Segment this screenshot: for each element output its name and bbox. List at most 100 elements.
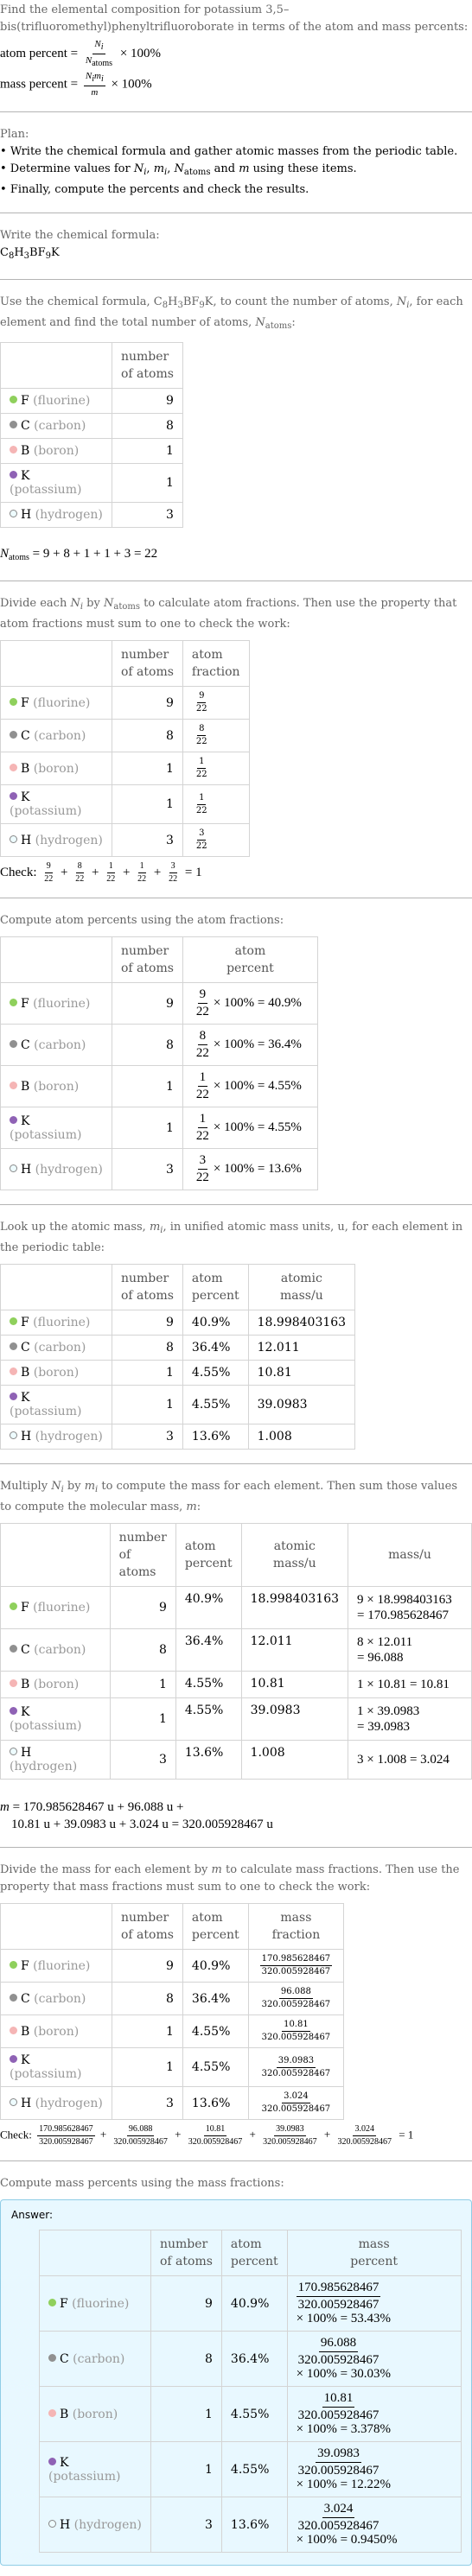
element-color-dot-icon: [10, 792, 17, 800]
element-cell: C (carbon): [39, 2331, 151, 2387]
atom-count: 8: [150, 2331, 222, 2387]
table-row: H (hydrogen) 3 13.6% 3.024 320.005928467: [0, 2086, 345, 2120]
element-symbol: C: [60, 2351, 69, 2366]
atom-percent-formula: atom percent = Ni Natoms × 100%: [0, 40, 472, 68]
element-cell: H (hydrogen): [0, 1424, 112, 1450]
atom-count: 1: [112, 752, 183, 785]
atom-count: 1: [112, 1107, 183, 1149]
element-cell: B (boron): [0, 438, 112, 464]
element-name: (boron): [33, 444, 80, 458]
element-name: (hydrogen): [35, 2096, 103, 2110]
element-cell: F (fluorine): [0, 1949, 112, 1983]
fraction: 3 22: [195, 1153, 209, 1184]
fraction: 1 22: [195, 1070, 209, 1101]
mass-percent-calc: 3.024 320.005928467 × 100% = 0.9450%: [286, 2497, 462, 2553]
plan-section: Plan: • Write the chemical formula and g…: [0, 112, 472, 213]
atomic-mass: 10.81: [247, 1360, 356, 1386]
atomic-mass: 39.0983: [240, 1697, 349, 1741]
atom-count: 9: [112, 1949, 183, 1983]
atom-count: 3: [112, 823, 183, 857]
atom-count: 8: [109, 1628, 176, 1672]
element-name: (fluorine): [33, 1316, 91, 1329]
table-row: K (potassium) 1: [0, 463, 183, 503]
element-name: (potassium): [10, 804, 82, 818]
header-mass: mass/u: [348, 1523, 472, 1587]
atom-count: 9: [150, 2275, 222, 2332]
atomic-mass: 18.998403163: [247, 1310, 356, 1336]
mass-percent-calc: 96.088 320.005928467 × 100% = 30.03%: [286, 2331, 462, 2387]
fraction: 39.0983 320.005928467: [261, 2055, 331, 2078]
element-color-dot-icon: [10, 1645, 17, 1653]
header-atom-percent: atom percent: [182, 936, 318, 983]
count-step-text: Use the chemical formula, C8H3BF9K, to c…: [0, 295, 463, 331]
atomic-mass: 1.008: [247, 1424, 356, 1450]
element-color-dot-icon: [48, 2353, 56, 2362]
element-cell: K (potassium): [0, 1697, 111, 1741]
atom-count: 1: [112, 1385, 183, 1424]
element-cell: B (boron): [0, 752, 112, 785]
element-name: (boron): [33, 1678, 80, 1691]
element-symbol: H: [21, 1430, 32, 1443]
table-row: F (fluorine) 9 9 22 × 100% = 40.9%: [0, 982, 318, 1025]
element-name: (potassium): [48, 2469, 121, 2484]
element-cell: H (hydrogen): [39, 2497, 151, 2553]
element-symbol: K: [21, 469, 30, 483]
element-name: (fluorine): [33, 695, 91, 710]
element-cell: C (carbon): [0, 1024, 112, 1066]
fraction: 1 22: [195, 757, 207, 779]
atomic-mass: 12.011: [240, 1628, 349, 1672]
atom-percent: 13.6%: [175, 1740, 242, 1780]
atom-count: 1: [112, 2047, 183, 2087]
element-name: (fluorine): [33, 1958, 91, 1973]
atom-count: 8: [112, 1024, 183, 1066]
atomic-mass: 1.008: [240, 1740, 349, 1780]
atom-percent: 4.55%: [182, 2047, 249, 2087]
element-name: (carbon): [34, 1643, 86, 1657]
element-symbol: F: [21, 1316, 29, 1329]
atom-count: 3: [112, 2086, 183, 2120]
mass-fraction: 3.024 320.005928467: [247, 2086, 345, 2120]
header-number-of-atoms: number of atoms: [150, 2230, 222, 2276]
atom-percent: 4.55%: [220, 2386, 288, 2442]
atom-count: 1: [150, 2441, 222, 2497]
atom-percent: 40.9%: [182, 1310, 249, 1336]
element-color-dot-icon: [48, 2457, 56, 2465]
element-symbol: F: [21, 996, 29, 1011]
element-color-dot-icon: [10, 1393, 17, 1400]
table-row: C (carbon) 8: [0, 413, 183, 439]
atomic-mass: 12.011: [247, 1335, 356, 1361]
atom-count: 1: [150, 2386, 222, 2442]
element-color-dot-icon: [10, 763, 17, 771]
question-text: Find the elemental composition for potas…: [0, 3, 469, 34]
header-number-of-atoms: number of atoms: [112, 1903, 183, 1950]
element-color-dot-icon: [48, 2408, 56, 2417]
element-color-dot-icon: [10, 1367, 17, 1375]
table-row: K (potassium) 1 4.55% 39.0983 1 × 39.0983 = 3…: [0, 1697, 472, 1741]
table-row: C (carbon) 8 36.4% 12.011: [0, 1335, 356, 1361]
mass-percent-formula: mass percent = Nimi m × 100%: [0, 72, 472, 98]
element-symbol: B: [21, 2024, 30, 2039]
element-mass-calc: 1 × 39.0983 = 39.0983: [348, 1697, 472, 1741]
atom-count: 3: [109, 1740, 176, 1780]
count-section: Use the chemical formula, C8H3BF9K, to c…: [0, 280, 472, 581]
element-cell: K (potassium): [0, 2047, 112, 2087]
element-symbol: F: [60, 2296, 68, 2311]
mass-percent-table: number of atoms atom percent mass percent F (…: [39, 2230, 462, 2553]
element-color-dot-icon: [10, 446, 17, 454]
plan-item: • Determine values for Ni, mi, Natoms an…: [0, 162, 357, 177]
atom-count: 1: [109, 1697, 176, 1741]
fraction-step-text: Divide each Ni by Natoms to calculate at…: [0, 597, 457, 631]
atom-count: 1: [112, 2014, 183, 2048]
atom-fraction-table: number of atoms atom fraction F (fluorine) 9…: [0, 640, 250, 857]
atom-percent: 4.55%: [175, 1697, 242, 1741]
table-row: K (potassium) 1 1 22 × 100% = 4.55%: [0, 1107, 318, 1149]
atom-count: 1: [112, 1065, 183, 1107]
atomic-mass-section: Look up the atomic mass, mi, in unified …: [0, 1205, 472, 1464]
element-cell: H (hydrogen): [0, 502, 112, 528]
element-symbol: C: [21, 419, 30, 433]
atom-count: 9: [112, 388, 183, 414]
mass-fraction-check: Check: 170.985628467 320.005928467 + 96.0…: [0, 2124, 414, 2147]
atom-fraction: 9 22: [182, 686, 250, 720]
molecular-mass-equation: m = 170.985628467 u + 96.088 u + 10.81 u…: [0, 1800, 273, 1831]
element-cell: K (potassium): [0, 1385, 112, 1424]
